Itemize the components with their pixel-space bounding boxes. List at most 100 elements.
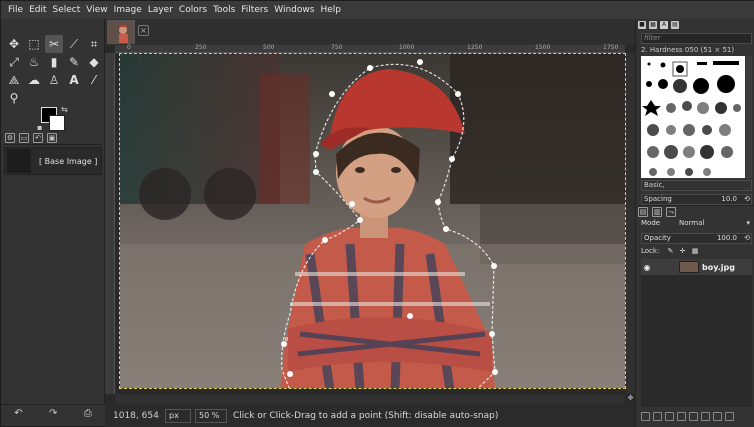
menu-select[interactable]: Select	[50, 1, 84, 19]
paint-tool-icon[interactable]: ✎	[65, 53, 83, 71]
brush-filter-input[interactable]: filter	[641, 33, 752, 44]
image-tab-thumbnail[interactable]	[107, 20, 135, 44]
image-canvas[interactable]	[119, 53, 626, 389]
spacing-label: Spacing	[644, 195, 672, 203]
menubar: File Edit Select View Image Layer Colors…	[1, 1, 754, 19]
menu-layer[interactable]: Layer	[145, 1, 176, 19]
images-tab-icon[interactable]: ▣	[47, 132, 57, 143]
vertical-ruler[interactable]	[105, 53, 115, 394]
ruler-tick: 0	[127, 44, 131, 51]
redo-icon[interactable]: ↷	[49, 408, 57, 419]
opacity-spinner[interactable]: Opacity 100.0 ⟲	[641, 233, 752, 244]
smudge-tool-icon[interactable]: ☁	[25, 71, 43, 89]
ruler-tick: 1000	[399, 44, 415, 51]
ruler-tick: 1500	[535, 44, 551, 51]
spinner-arrows-icon[interactable]: ⟲	[744, 195, 750, 204]
vertical-scrollbar[interactable]	[626, 53, 635, 394]
crop-tool-icon[interactable]: ⌗	[85, 35, 103, 53]
document-history-tab-icon[interactable]: ▤	[671, 21, 679, 29]
anchor-layer-icon[interactable]	[701, 411, 710, 421]
brush-grid-scrollbar[interactable]	[746, 56, 752, 178]
fuzzy-select-tool-icon[interactable]: ⟋	[65, 35, 83, 53]
navigate-icon[interactable]: ✥	[626, 394, 635, 404]
base-image-thumbnail	[7, 149, 31, 173]
lock-alpha-icon[interactable]: ▦	[692, 247, 699, 255]
horizontal-scrollbar[interactable]	[115, 394, 625, 404]
image-tabstrip: ×	[105, 19, 635, 45]
ruler-tick: 1750	[603, 44, 619, 51]
ruler-tick: 250	[195, 44, 207, 51]
close-icon[interactable]: ×	[138, 25, 149, 36]
menu-tools[interactable]: Tools	[210, 1, 238, 19]
opacity-reset-icon[interactable]: ⟲	[744, 234, 750, 243]
mask-layer-icon[interactable]	[713, 411, 722, 421]
layers-tab-icon[interactable]: ▤	[638, 206, 648, 217]
menu-edit[interactable]: Edit	[26, 1, 49, 19]
menu-view[interactable]: View	[83, 1, 110, 19]
status-message: Click or Click-Drag to add a point (Shif…	[233, 411, 499, 421]
tool-options-tabs: ⚙ ▭ ↶ ▣	[3, 131, 101, 145]
menu-colors[interactable]: Colors	[176, 1, 210, 19]
duplicate-layer-icon[interactable]	[689, 411, 698, 421]
lock-position-icon[interactable]: ✛	[680, 247, 686, 255]
menu-help[interactable]: Help	[317, 1, 344, 19]
dodge-tool-icon[interactable]: ♙	[45, 71, 63, 89]
move-tool-icon[interactable]: ✥	[5, 35, 23, 53]
statusbar: 1018, 654 px 50 % Click or Click-Drag to…	[105, 404, 635, 427]
eraser-tool-icon[interactable]: ◆	[85, 53, 103, 71]
background-color-swatch[interactable]	[49, 115, 65, 131]
base-image-item[interactable]: [ Base Image ]	[4, 147, 102, 175]
unit-selector[interactable]: px	[165, 409, 191, 423]
print-icon[interactable]: ⎙	[84, 408, 92, 419]
gimp-window: File Edit Select View Image Layer Colors…	[0, 0, 754, 427]
visibility-eye-icon[interactable]: ◉	[641, 263, 653, 272]
transform-tool-icon[interactable]: ⤢	[5, 53, 23, 71]
device-status-tab-icon[interactable]: ▭	[19, 132, 29, 143]
spacing-spinner[interactable]: Spacing 10.0 ⟲	[641, 194, 752, 205]
undo-history-tab-icon[interactable]: ↶	[33, 132, 43, 143]
mode-label: Mode	[641, 219, 661, 227]
channels-tab-icon[interactable]: ▥	[652, 206, 662, 217]
spacing-value: 10.0	[721, 195, 737, 203]
paths-tab-icon[interactable]: ⤳	[666, 206, 676, 217]
horizontal-ruler[interactable]: 0 250 500 750 1000 1250 1500 1750	[115, 44, 625, 53]
menu-file[interactable]: File	[5, 1, 26, 19]
clone-tool-icon[interactable]: ▮	[45, 53, 63, 71]
menu-image[interactable]: Image	[111, 1, 145, 19]
layer-item[interactable]: ◉ boy.jpg	[641, 259, 752, 275]
warp-tool-icon[interactable]: ♨	[25, 53, 43, 71]
eyedropper-tool-icon[interactable]: ⁄	[85, 71, 103, 89]
path-tool-icon[interactable]: ⟁	[5, 71, 23, 89]
ruler-tick: 1250	[467, 44, 483, 51]
swap-colors-icon[interactable]: ⇆	[61, 105, 68, 114]
new-layer-icon[interactable]	[641, 411, 650, 421]
raise-layer-icon[interactable]	[665, 411, 674, 421]
layers-dock-tabs: ▤ ▥ ⤳	[638, 205, 754, 217]
menu-windows[interactable]: Windows	[271, 1, 317, 19]
text-tool-icon[interactable]: A	[65, 71, 83, 89]
layers-list[interactable]	[641, 275, 752, 407]
patterns-tab-icon[interactable]: ▦	[649, 21, 657, 29]
mode-dropdown-icon[interactable]: ▾	[746, 219, 750, 227]
delete-layer-icon[interactable]	[725, 411, 734, 421]
menu-filters[interactable]: Filters	[238, 1, 271, 19]
brushes-tab-icon[interactable]: ■	[638, 21, 646, 29]
zoom-tool-icon[interactable]: ⚲	[5, 89, 23, 107]
boy-photo	[120, 54, 625, 388]
tool-options-tab-icon[interactable]: ⚙	[5, 132, 15, 143]
lock-row: Lock: ✎ ✛ ▦	[641, 247, 752, 258]
lower-layer-icon[interactable]	[677, 411, 686, 421]
zoom-selector[interactable]: 50 %	[195, 409, 227, 423]
brush-grid[interactable]	[641, 56, 745, 178]
lock-pixels-icon[interactable]: ✎	[668, 247, 674, 255]
undo-icon[interactable]: ↶	[14, 408, 22, 419]
new-group-icon[interactable]	[653, 411, 662, 421]
layer-mode-row[interactable]: Mode Normal ▾	[641, 219, 752, 231]
scissors-select-tool-icon[interactable]: ✂	[45, 35, 63, 53]
brush-tag-field[interactable]: Basic,	[641, 180, 752, 191]
rect-select-tool-icon[interactable]: ⬚	[25, 35, 43, 53]
opacity-label: Opacity	[644, 234, 671, 242]
right-dock: ■ ▦ A ▤ filter 2. Hardness 050 (51 × 51)	[635, 19, 754, 427]
fonts-tab-icon[interactable]: A	[660, 21, 668, 29]
layer-name: boy.jpg	[702, 262, 735, 272]
